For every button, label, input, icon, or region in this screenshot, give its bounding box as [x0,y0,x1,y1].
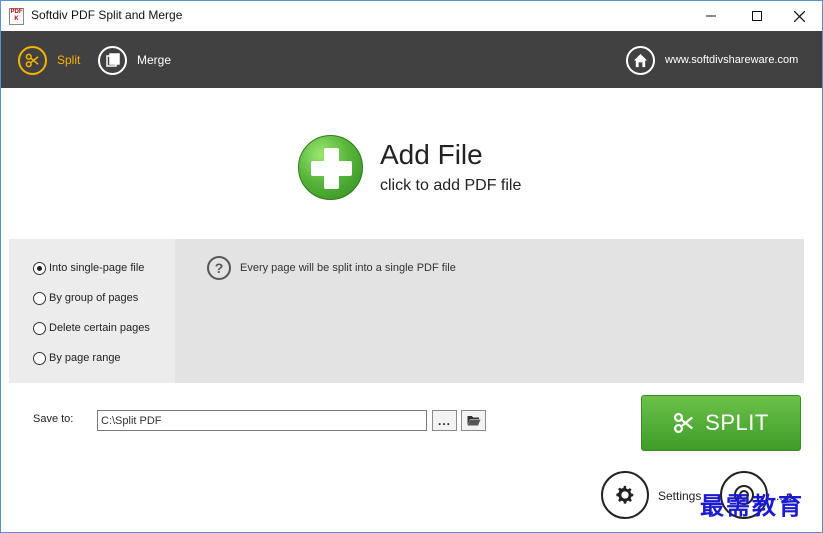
option-description: Every page will be split into a single P… [240,262,456,274]
option-delete-pages[interactable]: Delete certain pages [33,320,150,336]
save-path-input[interactable] [97,410,427,431]
radio-button[interactable] [33,261,46,275]
nav-merge-label: Merge [137,53,172,67]
radio-button[interactable] [33,351,46,365]
radio-button[interactable] [33,321,46,335]
minimize-icon [706,15,716,17]
watermark-logo: 最需教育 [700,491,804,520]
merge-icon [98,45,127,75]
settings-button[interactable] [601,471,649,519]
maximize-icon [752,11,762,21]
split-button-label: SPLIT [705,410,769,435]
option-label: By group of pages [49,292,139,304]
option-label: By page range [49,352,121,364]
open-folder-button[interactable] [461,410,486,431]
minimize-button[interactable] [688,1,734,31]
nav-split-label: Split [57,53,81,67]
settings-label: Settings [658,489,702,503]
option-label: Into single-page file [49,262,145,274]
option-single-page[interactable]: Into single-page file [33,260,144,276]
app-icon: PDF K [9,8,24,25]
nav-merge[interactable]: Merge [98,45,171,75]
split-button[interactable]: SPLIT [641,395,801,451]
browse-button[interactable]: ... [432,410,457,431]
option-label: Delete certain pages [49,322,150,334]
save-to-label: Save to: [33,413,74,425]
maximize-button[interactable] [734,1,780,31]
close-button[interactable] [776,1,822,31]
nav-website[interactable]: www.softdivshareware.com [626,45,798,75]
add-file-title: Add File [380,139,483,170]
option-page-range[interactable]: By page range [33,350,121,366]
folder-open-icon [467,416,480,426]
option-group-of-pages[interactable]: By group of pages [33,290,138,306]
close-icon [793,10,805,22]
gear-icon [616,485,634,504]
scissors-icon [674,412,694,434]
option-description-panel: ? Every page will be split into a single… [175,239,804,383]
add-file-button[interactable]: Add File click to add PDF file [298,135,558,201]
window-title: Softdiv PDF Split and Merge [31,8,183,22]
question-icon: ? [207,256,231,280]
add-plus-icon [298,135,363,200]
top-nav: Split Merge www.softdivshareware.com [1,31,822,88]
nav-split[interactable]: Split [18,45,80,75]
title-bar: PDF K Softdiv PDF Split and Merge [1,1,822,31]
radio-button[interactable] [33,291,46,305]
scissors-icon [18,45,47,75]
home-icon [626,45,655,75]
website-link: www.softdivshareware.com [665,54,799,66]
add-file-subtitle: click to add PDF file [380,177,522,194]
split-options-panel: Into single-page file By group of pages … [9,239,175,383]
